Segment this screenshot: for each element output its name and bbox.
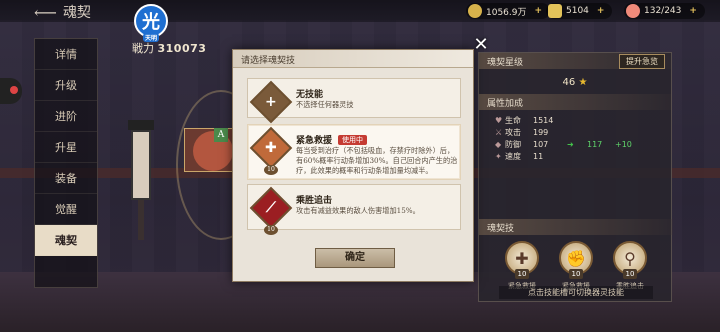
star-level: 46 ★ xyxy=(479,77,671,88)
star-level-value: 46 xyxy=(562,77,576,88)
page-title: 魂契 xyxy=(62,5,91,21)
skill-option-desc: 攻击有减益效果的敌人伤害增加15%。 xyxy=(296,206,420,215)
back-button[interactable]: ⟵ 魂契 xyxy=(34,2,91,22)
fist-icon: ✊ xyxy=(566,248,586,268)
skill-option-name: 乘胜追击 xyxy=(296,196,333,206)
skill-option-level: 10 xyxy=(264,225,278,235)
star-section-title: 魂契星级 xyxy=(487,57,524,68)
resource-coins[interactable]: 1056.9万 + xyxy=(466,3,551,19)
add-coins-icon[interactable]: + xyxy=(535,6,543,16)
peach-icon xyxy=(626,4,640,18)
upgrade-overview-button[interactable]: 提升急览 xyxy=(619,53,665,69)
attr-value: 11 xyxy=(533,151,544,161)
nav-item-soulpact[interactable]: 魂契 xyxy=(35,225,97,256)
player-avatar[interactable]: 光 天明 xyxy=(134,4,168,42)
resource-gold[interactable]: 5104 + xyxy=(546,3,613,19)
gold-ingot-icon xyxy=(548,4,562,18)
sword-icon: ⚔ xyxy=(495,127,503,137)
attr-value: 199 xyxy=(533,127,549,137)
arrow-right-icon: ➜ xyxy=(567,139,574,149)
resource-coins-value: 1056.9万 xyxy=(486,7,527,18)
skill-option-emergency-rescue[interactable]: ✚ 10 紧急救援 使用中 每当受到治疗（不包括吸血，存禁疗时除外）后，有60%… xyxy=(247,124,461,180)
avatar-glyph: 光 xyxy=(142,12,160,33)
wind-icon: ✦ xyxy=(495,151,502,161)
skill-option-desc: 不选择任何器灵技 xyxy=(296,100,354,109)
resource-gold-value: 5104 xyxy=(566,6,589,16)
side-notification-tab[interactable] xyxy=(0,78,22,104)
resource-stamina[interactable]: 132/243 + xyxy=(624,3,705,19)
stone-lantern xyxy=(128,120,154,240)
skill-slot-3-level: 10 xyxy=(623,269,637,279)
skills-section-title: 魂契技 xyxy=(487,223,515,234)
heal-cross-icon: ✚ xyxy=(249,126,293,170)
attr-row-hp: ♥ 生命 1514 xyxy=(479,114,671,126)
skill-option-none[interactable]: + 无技能 不选择任何器灵技 xyxy=(247,78,461,124)
attr-value: 1514 xyxy=(533,115,554,125)
skill-option-pursuit[interactable]: ⟋ 10 乘胜追击 攻击有减益效果的敌人伤害增加15%。 xyxy=(247,184,461,235)
attr-name: 速度 xyxy=(505,151,521,161)
skill-option-name: 无技能 xyxy=(296,90,324,100)
attr-gain: +10 xyxy=(615,139,632,149)
skill-option-level: 10 xyxy=(264,165,278,175)
attr-row-attack: ⚔ 攻击 199 xyxy=(479,126,671,138)
back-arrow-icon: ⟵ xyxy=(34,2,57,22)
left-nav: 详情 升级 进阶 升星 装备 觉醒 魂契 xyxy=(34,38,98,288)
star-icon: ★ xyxy=(578,77,588,88)
attr-name: 生命 xyxy=(505,115,521,125)
attr-name: 防御 xyxy=(505,139,521,149)
resource-stamina-value: 132/243 xyxy=(644,6,682,16)
nav-item-star[interactable]: 升星 xyxy=(35,132,97,163)
key-icon: ⚲ xyxy=(624,248,636,268)
nav-item-awaken[interactable]: 觉醒 xyxy=(35,194,97,225)
power-label: 戦力 xyxy=(132,42,154,55)
combat-power: 戦力 310073 xyxy=(132,40,206,56)
star-section-header: 魂契星级 提升急览 xyxy=(479,53,671,69)
heal-cross-icon: ✚ xyxy=(515,248,529,268)
skills-section-header: 魂契技 xyxy=(479,219,673,235)
shield-icon: ◆ xyxy=(495,139,502,149)
skills-hint: 点击技能槽可切换器灵技能 xyxy=(499,286,653,299)
attr-row-speed: ✦ 速度 11 xyxy=(479,150,671,162)
skill-slot-2-level: 10 xyxy=(569,269,583,279)
character-grade-badge: A xyxy=(214,128,228,142)
skill-slot-1-level: 10 xyxy=(515,269,529,279)
attr-value: 107 xyxy=(533,139,549,149)
skill-option-name: 紧急救援 使用中 xyxy=(296,133,368,146)
nav-item-levelup[interactable]: 升级 xyxy=(35,70,97,101)
heart-icon: ♥ xyxy=(495,115,503,125)
attr-name: 攻击 xyxy=(505,127,521,137)
nav-item-advance[interactable]: 进阶 xyxy=(35,101,97,132)
confirm-button[interactable]: 确定 xyxy=(315,248,395,268)
attribute-section-title: 属性加成 xyxy=(487,98,524,109)
nav-item-details[interactable]: 详情 xyxy=(35,39,97,70)
notification-dot-icon xyxy=(10,86,18,94)
add-stamina-icon[interactable]: + xyxy=(689,6,697,16)
slash-icon: ⟋ xyxy=(249,186,293,230)
nav-item-equip[interactable]: 装备 xyxy=(35,163,97,194)
attr-new-value: 117 xyxy=(587,139,603,149)
in-use-badge: 使用中 xyxy=(338,134,368,145)
plus-icon: + xyxy=(249,80,293,124)
dialog-title: 请选择魂契技 xyxy=(233,50,473,68)
attr-row-defense: ◆ 防御 107 ➜ 117 +10 xyxy=(479,138,671,150)
skill-option-desc: 每当受到治疗（不包括吸血，存禁疗时除外）后，有60%概率行动条增加30%。自己回… xyxy=(296,146,458,175)
add-gold-icon[interactable]: + xyxy=(597,6,605,16)
power-value: 310073 xyxy=(157,42,207,55)
coin-icon xyxy=(468,4,482,18)
soulpact-info-panel: 魂契星级 提升急览 46 ★ 属性加成 ♥ 生命 1514 ⚔ 攻击 199 ◆… xyxy=(478,52,673,302)
attribute-section-header: 属性加成 xyxy=(479,94,671,110)
close-dialog-icon[interactable]: ✕ xyxy=(470,36,492,54)
